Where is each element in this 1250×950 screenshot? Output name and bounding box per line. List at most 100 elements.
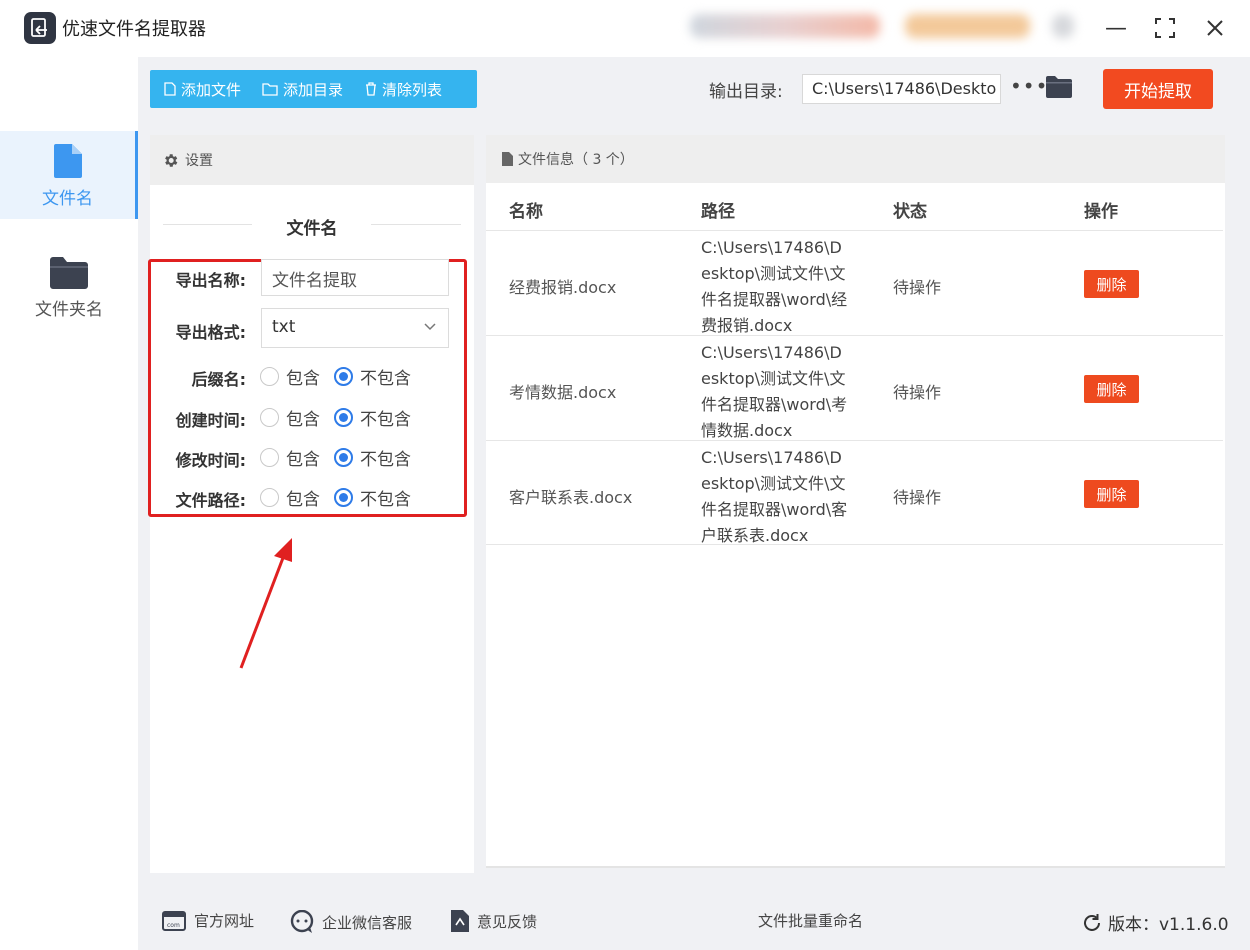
file-status-cell: 待操作 — [893, 379, 941, 403]
radio-label: 包含 — [286, 405, 320, 430]
feedback-icon — [451, 910, 469, 932]
modify-time-label: 修改时间: — [150, 447, 246, 471]
title-bar: 优速文件名提取器 — — [0, 0, 1250, 57]
column-header-action: 操作 — [1084, 197, 1118, 222]
app-title: 优速文件名提取器 — [62, 15, 206, 41]
modify-time-exclude-radio[interactable]: 不包含 — [334, 445, 411, 470]
delete-button[interactable]: 删除 — [1084, 480, 1139, 508]
feedback-link[interactable]: 意见反馈 — [451, 910, 537, 932]
version-label: 版本：v1.1.6.0 — [1108, 910, 1229, 935]
file-icon — [502, 152, 513, 166]
gear-icon — [162, 152, 179, 169]
sidebar-item-label: 文件名 — [42, 184, 93, 209]
minimize-button[interactable]: — — [1099, 12, 1133, 44]
version-info[interactable]: 版本：v1.1.6.0 — [1082, 910, 1229, 935]
file-path-radio-group: 包含 不包含 — [260, 485, 425, 509]
refresh-icon — [1082, 913, 1102, 933]
settings-header-label: 设置 — [185, 150, 213, 170]
file-path-cell: C:\Users\17486\Desktop\测试文件\文件名提取器\word\… — [701, 340, 849, 444]
svg-text:com: com — [167, 922, 180, 929]
sidebar: 文件名 文件夹名 — [0, 57, 138, 950]
sidebar-item-filename[interactable]: 文件名 — [0, 131, 138, 219]
file-name-cell: 考情数据.docx — [509, 379, 616, 403]
export-format-select[interactable]: txt — [261, 308, 449, 348]
radio-icon — [260, 367, 279, 386]
file-path-cell: C:\Users\17486\Desktop\测试文件\文件名提取器\word\… — [701, 445, 849, 549]
add-file-label: 添加文件 — [181, 79, 241, 100]
close-icon — [1206, 19, 1224, 37]
radio-label: 不包含 — [360, 364, 411, 389]
export-name-field[interactable]: 文件名提取 — [261, 259, 449, 296]
modify-time-include-radio[interactable]: 包含 — [260, 445, 320, 470]
radio-label: 包含 — [286, 485, 320, 510]
create-time-exclude-radio[interactable]: 不包含 — [334, 405, 411, 430]
table-row: 客户联系表.docx C:\Users\17486\Desktop\测试文件\文… — [486, 440, 1223, 545]
export-format-value: txt — [272, 317, 295, 337]
clear-list-label: 清除列表 — [382, 79, 442, 100]
file-path-label: 文件路径: — [150, 487, 246, 511]
suffix-exclude-radio[interactable]: 不包含 — [334, 364, 411, 389]
blurred-area — [905, 14, 1030, 38]
file-path-include-radio[interactable]: 包含 — [260, 485, 320, 510]
folder-icon — [50, 257, 88, 289]
wechat-support-link[interactable]: 企业微信客服 — [290, 910, 412, 934]
radio-icon — [260, 448, 279, 467]
close-button[interactable] — [1198, 12, 1232, 44]
delete-button[interactable]: 删除 — [1084, 375, 1139, 403]
radio-label: 包含 — [286, 364, 320, 389]
radio-checked-icon — [334, 408, 353, 427]
clear-list-button[interactable]: 清除列表 — [343, 70, 442, 108]
file-outline-icon — [164, 82, 176, 96]
section-title: 文件名 — [150, 214, 474, 239]
file-path-cell: C:\Users\17486\Desktop\测试文件\文件名提取器\word\… — [701, 235, 849, 339]
sidebar-item-foldername[interactable]: 文件夹名 — [0, 243, 138, 331]
radio-checked-icon — [334, 367, 353, 386]
file-icon — [54, 144, 82, 178]
scrollbar-track[interactable] — [486, 866, 1225, 868]
modify-time-radio-group: 包含 不包含 — [260, 445, 425, 469]
output-dir-field[interactable]: C:\Users\17486\Deskto — [802, 74, 1001, 104]
file-list-panel: 文件信息（ 3 个） 名称 路径 状态 操作 经费报销.docx C:\User… — [486, 135, 1225, 868]
delete-button[interactable]: 删除 — [1084, 270, 1139, 298]
column-header-path: 路径 — [701, 197, 735, 222]
file-status-cell: 待操作 — [893, 274, 941, 298]
start-extract-button[interactable]: 开始提取 — [1103, 69, 1213, 109]
suffix-include-radio[interactable]: 包含 — [260, 364, 320, 389]
radio-icon — [260, 488, 279, 507]
maximize-button[interactable] — [1148, 12, 1182, 44]
file-toolbar: 添加文件 添加目录 清除列表 — [150, 70, 477, 108]
website-link[interactable]: com 官方网址 — [162, 910, 254, 931]
annotation-arrow-icon — [236, 536, 298, 672]
wechat-support-label: 企业微信客服 — [322, 912, 412, 933]
folder-outline-icon — [262, 83, 278, 96]
create-time-include-radio[interactable]: 包含 — [260, 405, 320, 430]
browse-folder-button[interactable] — [1046, 76, 1072, 102]
file-count-label: 文件信息（ 3 个） — [518, 149, 634, 169]
output-dir-label: 输出目录: — [709, 77, 783, 102]
folder-icon — [1046, 76, 1072, 98]
maximize-icon — [1155, 18, 1175, 38]
file-name-cell: 客户联系表.docx — [509, 484, 632, 508]
blurred-area — [690, 14, 880, 38]
trash-icon — [365, 82, 377, 96]
radio-label: 不包含 — [360, 445, 411, 470]
chat-icon — [290, 910, 314, 934]
file-path-exclude-radio[interactable]: 不包含 — [334, 485, 411, 510]
column-header-status: 状态 — [893, 197, 927, 222]
more-button[interactable]: ••• — [1010, 74, 1048, 98]
sidebar-item-label: 文件夹名 — [35, 295, 103, 320]
add-file-button[interactable]: 添加文件 — [150, 70, 241, 108]
blurred-area — [1052, 14, 1074, 38]
radio-checked-icon — [334, 488, 353, 507]
suffix-label: 后缀名: — [150, 366, 246, 390]
settings-header: 设置 — [150, 135, 474, 185]
file-name-cell: 经费报销.docx — [509, 274, 616, 298]
column-header-name: 名称 — [509, 197, 543, 222]
add-folder-label: 添加目录 — [283, 79, 343, 100]
radio-label: 不包含 — [360, 405, 411, 430]
batch-rename-link[interactable]: 文件批量重命名 — [758, 910, 863, 931]
add-folder-button[interactable]: 添加目录 — [241, 70, 343, 108]
feedback-label: 意见反馈 — [477, 911, 537, 932]
table-row: 经费报销.docx C:\Users\17486\Desktop\测试文件\文件… — [486, 230, 1223, 335]
radio-icon — [260, 408, 279, 427]
